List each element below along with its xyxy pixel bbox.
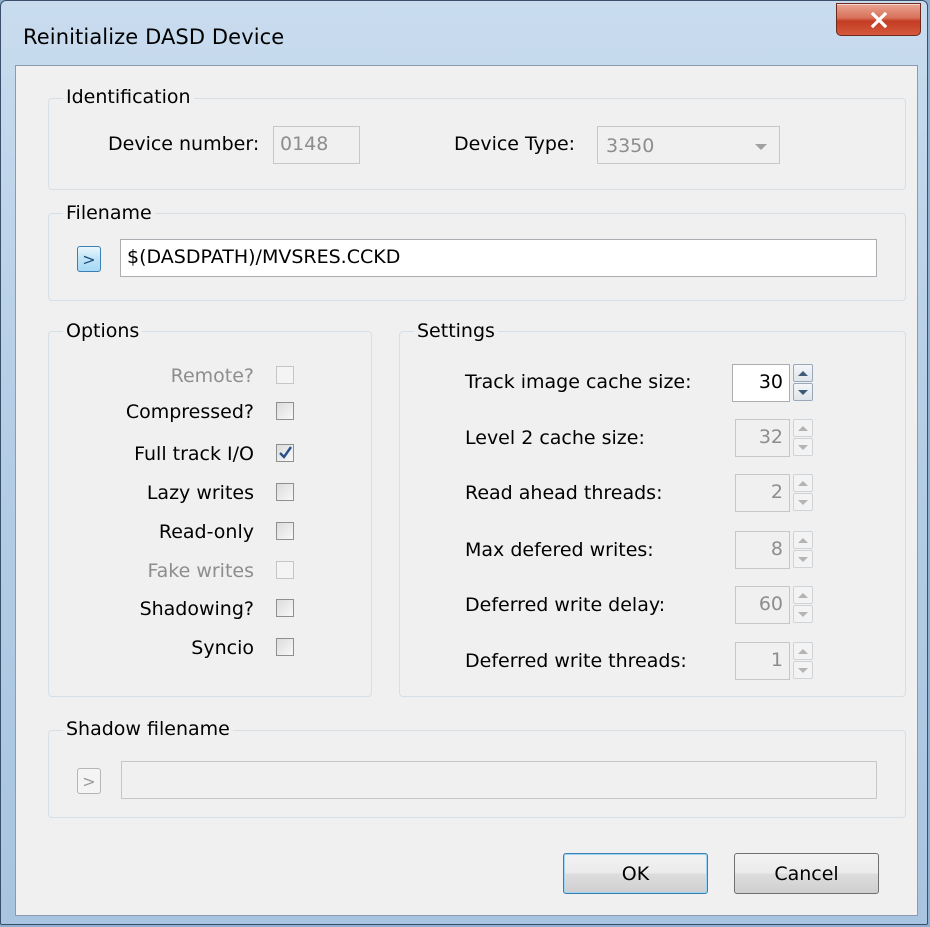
- checkbox-full-track-io[interactable]: [276, 444, 294, 462]
- write-delay-input[interactable]: 60: [735, 586, 790, 624]
- checkbox-compressed[interactable]: [276, 402, 294, 420]
- spin-down-button[interactable]: [793, 383, 813, 401]
- window-title: Reinitialize DASD Device: [23, 25, 285, 49]
- device-number-field[interactable]: 0148: [273, 126, 360, 164]
- setting-label-write-threads: Deferred write threads:: [465, 650, 687, 672]
- option-label-shadowing: Shadowing?: [139, 598, 254, 620]
- shadow-filename-group-label: Shadow filename: [63, 718, 233, 740]
- spin-down-button[interactable]: [793, 493, 813, 511]
- chevron-down-icon: [755, 144, 767, 150]
- arrow-down-icon: [798, 444, 808, 450]
- chevron-right-icon: >: [82, 771, 96, 791]
- option-label-remote: Remote?: [170, 365, 254, 387]
- max-defered-spinner[interactable]: [793, 531, 813, 569]
- arrow-up-icon: [798, 537, 808, 543]
- option-label-full-track-io: Full track I/O: [134, 443, 254, 465]
- arrow-down-icon: [798, 667, 808, 673]
- track-cache-input[interactable]: 30: [732, 364, 790, 402]
- checkbox-shadowing[interactable]: [276, 599, 294, 617]
- option-label-lazy-writes: Lazy writes: [146, 482, 254, 504]
- dialog-client-area: Identification Device number: 0148 Devic…: [15, 65, 918, 916]
- arrow-up-icon: [798, 480, 808, 486]
- close-button[interactable]: [836, 3, 921, 36]
- ok-button[interactable]: OK: [563, 853, 708, 894]
- checkbox-lazy-writes[interactable]: [276, 483, 294, 501]
- spin-down-button[interactable]: [793, 661, 813, 679]
- spin-up-button[interactable]: [793, 531, 813, 549]
- checkbox-syncio[interactable]: [276, 638, 294, 656]
- filename-browse-button[interactable]: >: [77, 246, 101, 272]
- identification-group-label: Identification: [63, 86, 194, 108]
- write-threads-spinner[interactable]: [793, 642, 813, 680]
- arrow-down-icon: [798, 556, 808, 562]
- filename-input[interactable]: $(DASDPATH)/MVSRES.CCKD: [120, 239, 877, 277]
- setting-label-track-cache: Track image cache size:: [465, 371, 692, 393]
- spin-up-button[interactable]: [793, 586, 813, 604]
- device-type-label: Device Type:: [454, 133, 576, 155]
- level2-cache-spinner[interactable]: [793, 419, 813, 457]
- checkbox-fake-writes[interactable]: [276, 561, 294, 579]
- settings-group-label: Settings: [414, 320, 498, 342]
- spin-up-button[interactable]: [793, 364, 813, 382]
- read-ahead-spinner[interactable]: [793, 474, 813, 512]
- checkbox-remote[interactable]: [276, 366, 294, 384]
- checkmark-icon: [279, 446, 292, 459]
- arrow-down-icon: [798, 499, 808, 505]
- shadow-browse-button[interactable]: >: [77, 768, 101, 794]
- arrow-down-icon: [798, 389, 808, 395]
- arrow-up-icon: [798, 592, 808, 598]
- option-label-fake-writes: Fake writes: [147, 560, 254, 582]
- arrow-down-icon: [798, 611, 808, 617]
- filename-group-label: Filename: [63, 202, 155, 224]
- title-bar[interactable]: Reinitialize DASD Device: [1, 1, 927, 65]
- track-cache-spinner[interactable]: [793, 364, 813, 402]
- close-icon: [870, 11, 887, 28]
- spin-down-button[interactable]: [793, 550, 813, 568]
- device-type-value: 3350: [606, 135, 655, 157]
- write-delay-spinner[interactable]: [793, 586, 813, 624]
- option-label-compressed: Compressed?: [125, 401, 254, 423]
- read-ahead-input[interactable]: 2: [735, 474, 790, 512]
- device-type-dropdown[interactable]: 3350: [597, 126, 780, 164]
- level2-cache-input[interactable]: 32: [735, 419, 790, 457]
- spin-up-button[interactable]: [793, 419, 813, 437]
- setting-label-read-ahead: Read ahead threads:: [465, 482, 663, 504]
- checkbox-read-only[interactable]: [276, 522, 294, 540]
- option-label-syncio: Syncio: [191, 637, 254, 659]
- chevron-right-icon: >: [82, 249, 96, 269]
- dialog-window: Reinitialize DASD Device Identification …: [0, 0, 928, 925]
- spin-up-button[interactable]: [793, 474, 813, 492]
- cancel-button[interactable]: Cancel: [734, 853, 879, 894]
- setting-label-write-delay: Deferred write delay:: [465, 594, 666, 616]
- arrow-up-icon: [798, 370, 808, 376]
- arrow-up-icon: [798, 425, 808, 431]
- setting-label-level2-cache: Level 2 cache size:: [465, 427, 645, 449]
- option-label-read-only: Read-only: [158, 521, 254, 543]
- arrow-up-icon: [798, 648, 808, 654]
- spin-down-button[interactable]: [793, 605, 813, 623]
- max-defered-input[interactable]: 8: [735, 531, 790, 569]
- shadow-filename-input[interactable]: [121, 761, 877, 799]
- options-group-label: Options: [63, 320, 143, 342]
- write-threads-input[interactable]: 1: [735, 642, 790, 680]
- device-number-label: Device number:: [108, 133, 260, 155]
- spin-up-button[interactable]: [793, 642, 813, 660]
- spin-down-button[interactable]: [793, 438, 813, 456]
- setting-label-max-defered: Max defered writes:: [465, 539, 654, 561]
